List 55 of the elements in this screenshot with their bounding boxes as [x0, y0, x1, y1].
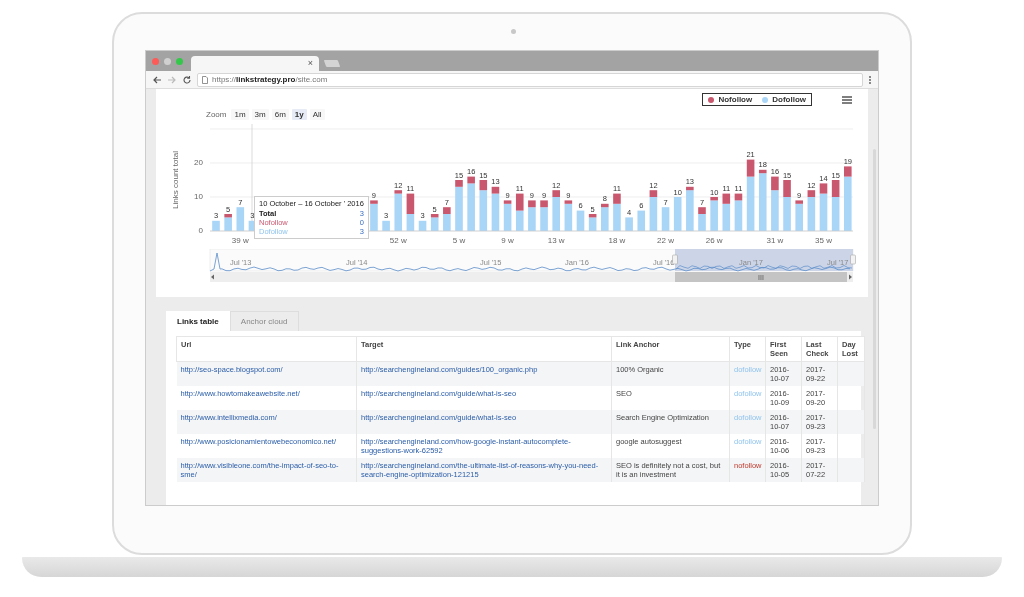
zoom-button[interactable]: 3m [251, 109, 269, 120]
bar-segment [625, 217, 633, 231]
x-tick-label: 22 w [657, 236, 674, 245]
menu-icon[interactable] [842, 95, 852, 104]
bar-segment [576, 210, 585, 231]
zoom-button[interactable]: 1y [291, 109, 307, 120]
more-icon[interactable] [868, 74, 872, 85]
x-tick-label: 5 w [452, 236, 466, 245]
browser-tab[interactable]: × [191, 56, 319, 71]
bar-segment [637, 210, 646, 231]
scrollbar-thumb[interactable] [675, 272, 847, 282]
page-icon [202, 75, 208, 84]
zoom-button[interactable]: All [309, 109, 325, 120]
zoom-button[interactable]: 6m [271, 109, 289, 120]
x-tick-label: 26 w [705, 236, 723, 245]
x-tick-label: 39 w [231, 236, 249, 245]
maximize-window-icon[interactable] [176, 58, 183, 65]
y-tick-label: 20 [194, 158, 203, 167]
bar-segment [515, 193, 524, 211]
camera-dot [511, 29, 516, 34]
x-tick-label: 9 w [501, 236, 514, 245]
range-handle[interactable] [850, 254, 856, 265]
address-field[interactable]: https://linkstrategy.pro/site.com [197, 72, 863, 87]
reload-icon[interactable] [182, 74, 192, 85]
forward-icon[interactable] [167, 74, 177, 85]
scroll-right-icon[interactable] [849, 274, 852, 280]
x-tick-label: 18 w [608, 236, 626, 245]
x-tick-label: 52 w [389, 236, 407, 245]
tab[interactable]: Links table [166, 311, 230, 331]
x-tick-label: 13 w [547, 236, 565, 245]
bar-segment [406, 214, 415, 231]
bar-segment [418, 220, 427, 231]
bar-segment [382, 220, 390, 231]
close-window-icon[interactable] [152, 58, 159, 65]
legend-label[interactable]: Dofollow [772, 95, 806, 104]
new-tab-button[interactable] [323, 60, 341, 67]
bar-segment [406, 193, 415, 214]
legend-label[interactable]: Nofollow [718, 95, 753, 104]
zoom-button[interactable]: 1m [231, 109, 249, 120]
minimize-window-icon[interactable] [164, 58, 171, 65]
zoom-label: Zoom [206, 110, 227, 119]
bar-segment [661, 207, 670, 231]
bar-segment [673, 197, 682, 231]
back-icon[interactable] [152, 74, 162, 85]
x-tick-label: 31 w [766, 236, 784, 245]
y-tick-label: 10 [194, 192, 203, 201]
bar-segment [212, 220, 220, 231]
x-tick-label: 35 w [815, 236, 832, 245]
y-tick-label: 0 [198, 226, 203, 235]
y-axis-title: Links count total [171, 151, 180, 209]
scroll-left-icon[interactable] [211, 274, 214, 280]
bar-segment [515, 210, 524, 231]
close-icon[interactable]: × [307, 59, 313, 68]
bar-segment [236, 207, 245, 231]
range-handle[interactable] [672, 254, 678, 265]
